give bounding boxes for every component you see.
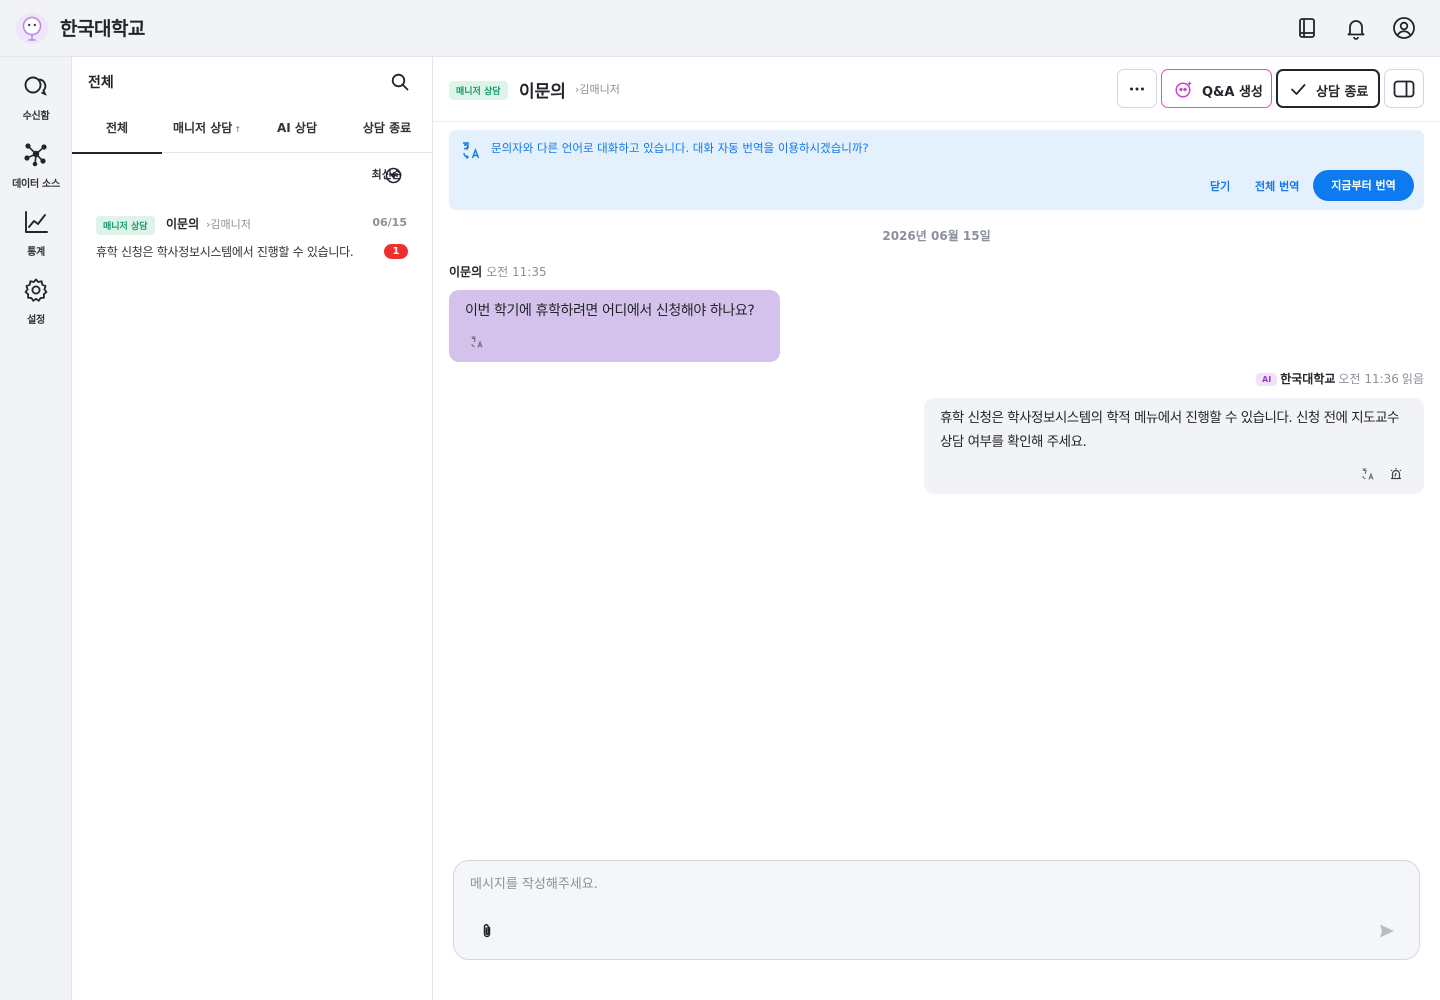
panel-toggle-icon — [1393, 78, 1415, 100]
message-time: 오전 11:36 — [1338, 372, 1399, 386]
incoming-message-bubble: 이번 학기에 휴학하려면 어디에서 신청해야 하나요? — [449, 290, 780, 362]
conversation-preview: 휴학 신청은 학사정보시스템에서 진행할 수 있습니다. — [96, 245, 354, 259]
end-consult-label: 상담 종료 — [1316, 85, 1369, 100]
unread-count-badge: 1 — [384, 244, 408, 259]
rail-label: 통계 — [27, 247, 45, 258]
book-icon[interactable] — [1295, 16, 1319, 40]
conversation-date: 06/15 — [372, 216, 407, 229]
conversation-list-panel: 전체 전체 매니저 상담 ↑ AI 상담 상담 종료 최신순 매니저 상담 이문의… — [72, 57, 433, 1000]
rail-item-inbox[interactable]: 수신함 — [0, 73, 72, 131]
message-input[interactable] — [470, 873, 1370, 895]
date-separator: 2026년 06월 15일 — [882, 229, 991, 243]
chat-contact-name: 이문의 — [519, 82, 566, 102]
translate-icon — [461, 140, 481, 160]
read-status: 읽음 — [1401, 372, 1424, 386]
brand-name: 한국대학교 — [60, 18, 145, 40]
rail-label: 데이터 소스 — [12, 179, 60, 190]
conversation-list-item[interactable]: 매니저 상담 이문의 ›김매니저 06/15 휴학 신청은 학사정보시스템에서 … — [72, 207, 432, 277]
translate-icon[interactable] — [1361, 467, 1375, 481]
rail-item-statistics[interactable]: 통계 — [0, 209, 72, 267]
outgoing-message-bubble: 휴학 신청은 학사정보시스템의 학적 메뉴에서 진행할 수 있습니다. 신청 전… — [924, 398, 1424, 494]
rail-label: 설정 — [27, 315, 45, 326]
paperclip-icon[interactable] — [478, 922, 496, 940]
message-time: 오전 11:35 — [486, 265, 547, 279]
top-bar: 한국대학교 — [0, 0, 1440, 57]
qa-generate-button[interactable]: Q&A 생성 — [1161, 69, 1272, 108]
ai-badge: AI — [1256, 373, 1278, 386]
chevron-down-circle-icon[interactable] — [385, 167, 402, 184]
rail-label: 수신함 — [22, 111, 50, 122]
nav-rail: 수신함 데이터 소스 통계 설정 — [0, 57, 72, 1000]
translate-now-button[interactable]: 지금부터 번역 — [1313, 170, 1414, 201]
message-text: 휴학 신청은 학사정보시스템의 학적 메뉴에서 진행할 수 있습니다. 신청 전… — [940, 410, 1399, 450]
sparkle-face-icon — [1174, 79, 1194, 99]
message-meta: AI 한국대학교 오전 11:36 읽음 — [1256, 370, 1424, 388]
banner-close-button[interactable]: 닫기 — [1210, 178, 1230, 194]
more-button[interactable] — [1117, 69, 1157, 108]
end-consult-button[interactable]: 상담 종료 — [1276, 69, 1380, 108]
translate-icon[interactable] — [470, 335, 484, 349]
translation-banner: 문의자와 다른 언어로 대화하고 있습니다. 대화 자동 번역을 이용하시겠습니… — [449, 130, 1424, 210]
tab-ai-consult[interactable]: AI 상담 — [252, 113, 342, 153]
user-circle-icon[interactable] — [1392, 16, 1416, 40]
translate-all-button[interactable]: 전체 번역 — [1255, 178, 1299, 194]
rail-item-settings[interactable]: 설정 — [0, 277, 72, 335]
bell-icon[interactable] — [1344, 16, 1368, 40]
more-icon — [1128, 80, 1146, 98]
check-icon — [1289, 80, 1307, 98]
gear-icon — [23, 277, 49, 303]
sort-arrow-icon: ↑ — [234, 125, 242, 134]
conversation-name: 이문의 — [166, 217, 200, 231]
network-icon — [23, 141, 49, 167]
message-composer — [453, 860, 1420, 960]
chat-header: 매니저 상담 이문의 ›김매니저 Q&A 생성 상담 종료 — [433, 57, 1440, 122]
list-tabs: 전체 매니저 상담 ↑ AI 상담 상담 종료 — [72, 113, 432, 154]
manager-consult-badge: 매니저 상담 — [96, 216, 155, 235]
message-meta: 이문의 오전 11:35 — [449, 263, 547, 280]
send-icon[interactable] — [1378, 922, 1396, 940]
message-sender: 한국대학교 — [1280, 372, 1336, 386]
alarm-icon[interactable] — [1389, 467, 1403, 481]
tab-all[interactable]: 전체 — [72, 113, 162, 154]
tab-consult-ended[interactable]: 상담 종료 — [342, 113, 432, 153]
message-sender: 이문의 — [449, 265, 483, 279]
conversation-manager: ›김매니저 — [206, 218, 251, 231]
chat-panel: 매니저 상담 이문의 ›김매니저 Q&A 생성 상담 종료 문의자와 다른 언어… — [433, 57, 1440, 1000]
translation-message: 문의자와 다른 언어로 대화하고 있습니다. 대화 자동 번역을 이용하시겠습니… — [491, 141, 869, 155]
message-text: 이번 학기에 휴학하려면 어디에서 신청해야 하나요? — [465, 303, 755, 319]
tab-manager-consult[interactable]: 매니저 상담 ↑ — [162, 113, 252, 153]
brand-logo — [16, 12, 48, 44]
qa-generate-label: Q&A 생성 — [1202, 85, 1263, 100]
rail-item-data-source[interactable]: 데이터 소스 — [0, 141, 72, 199]
chat-bubbles-icon — [23, 73, 49, 99]
search-icon[interactable] — [390, 72, 410, 92]
panel-toggle-button[interactable] — [1384, 69, 1424, 108]
list-title: 전체 — [88, 75, 114, 91]
chat-manager: ›김매니저 — [575, 83, 620, 96]
manager-consult-badge: 매니저 상담 — [449, 81, 508, 100]
line-chart-icon — [23, 209, 49, 235]
